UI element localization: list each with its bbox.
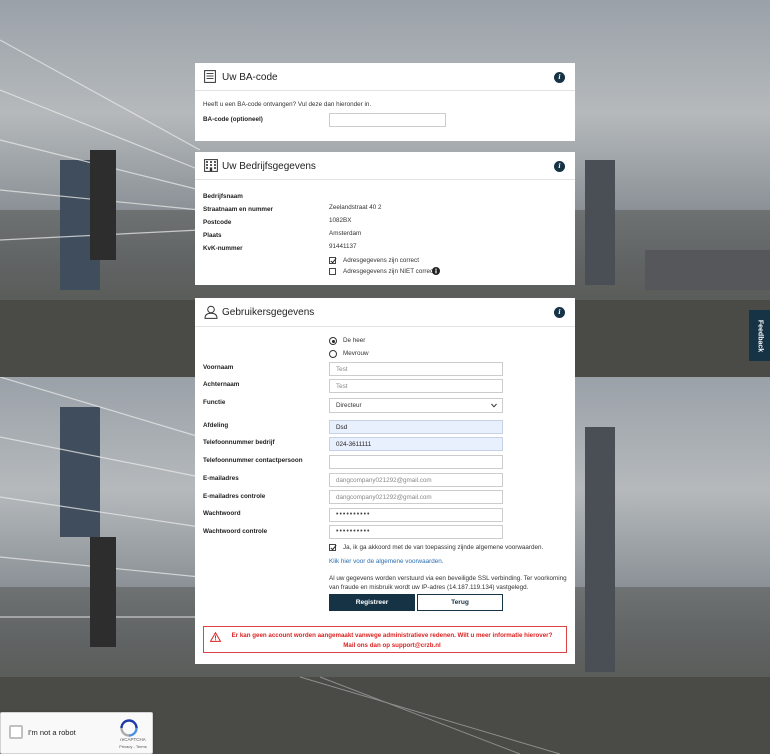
info-icon[interactable]: i xyxy=(554,161,565,172)
ba-code-card: Uw BA-code i Heeft u een BA-code ontvang… xyxy=(195,63,575,141)
ssl-notice: Al uw gegevens worden verstuurd via een … xyxy=(329,575,567,591)
email-check-input[interactable]: dangcompany021292@gmail.com xyxy=(329,490,503,504)
company-title: Uw Bedrijfsgegevens xyxy=(222,161,316,172)
address-correct-label: Adresgegevens zijn correct xyxy=(343,257,419,264)
ba-code-intro: Heeft u een BA-code ontvangen? Vul deze … xyxy=(203,101,372,108)
company-name-label: Bedrijfsnaam xyxy=(203,193,243,200)
recaptcha-widget: I'm not a robot reCAPTCHA Privacy - Term… xyxy=(0,712,153,754)
user-icon xyxy=(204,305,218,319)
salutation-mrs-radio[interactable] xyxy=(329,350,337,358)
salutation-mr-label: De heer xyxy=(343,337,366,344)
info-icon[interactable]: i xyxy=(554,72,565,83)
function-label: Functie xyxy=(203,399,226,406)
terms-label: Ja, ik ga akkoord met de van toepassing … xyxy=(343,544,544,551)
email-label: E-mailadres xyxy=(203,475,239,482)
back-button[interactable]: Terug xyxy=(417,594,503,611)
department-label: Afdeling xyxy=(203,422,229,429)
feedback-label: Feedback xyxy=(756,319,763,352)
user-card: Gebruikersgegevens i De heer Mevrouw Voo… xyxy=(195,298,575,664)
ba-code-label: BA-code (optioneel) xyxy=(203,116,263,123)
terms-link[interactable]: Klik hier voor de algemene voorwaarden. xyxy=(329,558,443,565)
company-card: Uw Bedrijfsgegevens i Bedrijfsnaam Straa… xyxy=(195,152,575,285)
contact-phone-input[interactable] xyxy=(329,455,503,469)
company-phone-label: Telefoonnummer bedrijf xyxy=(203,439,275,446)
contact-phone-label: Telefoonnummer contactpersoon xyxy=(203,457,303,464)
chevron-down-icon xyxy=(491,403,497,408)
salutation-mr-radio[interactable] xyxy=(329,337,337,345)
department-input[interactable]: Dsd xyxy=(329,420,503,434)
recaptcha-brand: reCAPTCHA xyxy=(120,737,146,742)
recaptcha-links[interactable]: Privacy - Terms xyxy=(113,744,153,749)
email-input[interactable]: dangcompany021292@gmail.com xyxy=(329,473,503,487)
postcode-value: 1082BX xyxy=(329,217,352,224)
register-button[interactable]: Registreer xyxy=(329,594,415,611)
ba-code-card-header: Uw BA-code i xyxy=(195,63,575,91)
document-icon xyxy=(204,70,216,83)
company-phone-input[interactable]: 024-3611111 xyxy=(329,437,503,451)
city-value: Amsterdam xyxy=(329,230,362,237)
terms-checkbox[interactable] xyxy=(329,544,336,551)
recaptcha-label: I'm not a robot xyxy=(28,728,76,737)
address-incorrect-label: Adresgegevens zijn NIET correct xyxy=(343,268,435,275)
password-check-label: Wachtwoord controle xyxy=(203,528,268,535)
first-name-input[interactable]: Test xyxy=(329,362,503,376)
kvk-value: 91441137 xyxy=(329,243,357,250)
last-name-label: Achternaam xyxy=(203,381,240,388)
street-label: Straatnaam en nummer xyxy=(203,206,273,213)
address-incorrect-checkbox[interactable] xyxy=(329,268,336,275)
function-select-value: Directeur xyxy=(336,402,362,409)
kvk-label: KvK-nummer xyxy=(203,245,243,252)
building-icon xyxy=(204,159,218,172)
user-card-header: Gebruikersgegevens i xyxy=(195,298,575,327)
company-card-header: Uw Bedrijfsgegevens i xyxy=(195,152,575,180)
salutation-mrs-label: Mevrouw xyxy=(343,350,369,357)
function-select[interactable]: Directeur xyxy=(329,398,503,413)
last-name-input[interactable]: Test xyxy=(329,379,503,393)
postcode-label: Postcode xyxy=(203,219,232,226)
password-check-input[interactable]: •••••••••• xyxy=(329,525,503,539)
info-circle-icon[interactable] xyxy=(432,267,440,275)
password-input[interactable]: •••••••••• xyxy=(329,508,503,522)
ba-code-title: Uw BA-code xyxy=(222,72,278,83)
feedback-tab[interactable]: Feedback xyxy=(749,310,770,361)
street-value: Zeelandstraat 40 2 xyxy=(329,204,382,211)
recaptcha-logo-icon xyxy=(120,719,138,737)
city-label: Plaats xyxy=(203,232,222,239)
error-message: Er kan geen account worden aangemaakt va… xyxy=(231,632,553,649)
first-name-label: Voornaam xyxy=(203,364,234,371)
password-label: Wachtwoord xyxy=(203,510,241,517)
warning-icon xyxy=(210,632,221,642)
info-icon[interactable]: i xyxy=(554,307,565,318)
email-check-label: E-mailadres controle xyxy=(203,493,266,500)
recaptcha-checkbox[interactable] xyxy=(9,725,23,739)
error-alert: Er kan geen account worden aangemaakt va… xyxy=(203,626,567,653)
user-title: Gebruikersgegevens xyxy=(222,307,315,318)
ba-code-input[interactable] xyxy=(329,113,446,127)
address-correct-checkbox[interactable] xyxy=(329,257,336,264)
